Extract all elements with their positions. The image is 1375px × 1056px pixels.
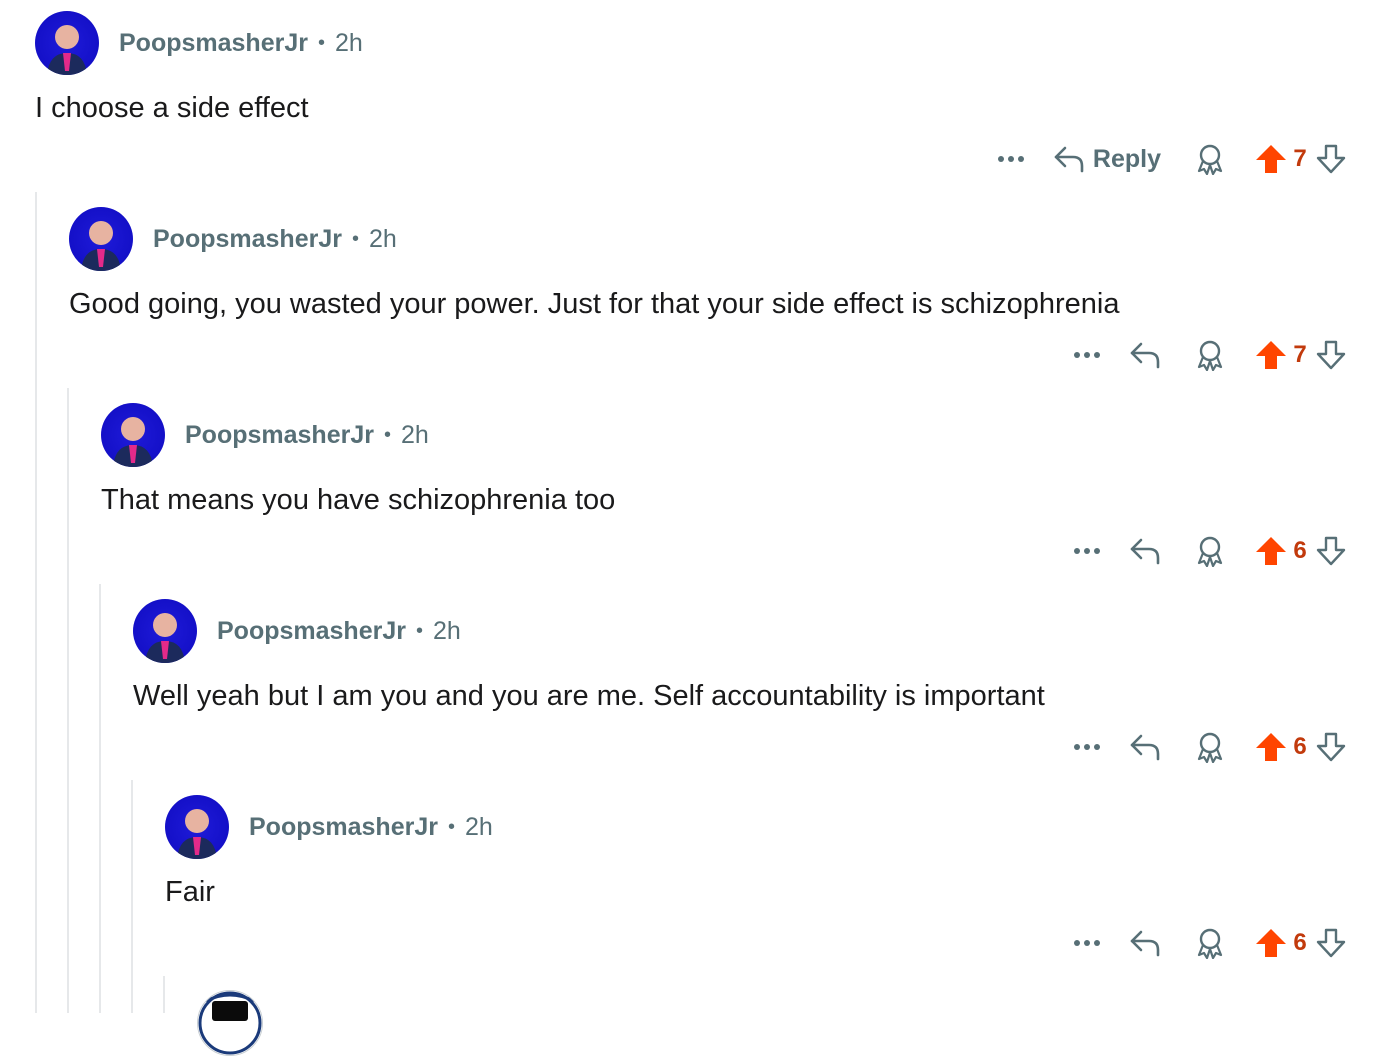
avatar[interactable] bbox=[197, 990, 263, 1056]
award-button[interactable] bbox=[1195, 927, 1225, 959]
thread-line-4[interactable] bbox=[131, 780, 133, 1013]
reply-button[interactable] bbox=[1129, 732, 1161, 762]
reply-arrow-icon bbox=[1130, 538, 1160, 565]
meta-separator: • bbox=[383, 423, 391, 446]
avatar[interactable] bbox=[133, 599, 197, 663]
more-options-icon bbox=[997, 156, 1024, 162]
comment-actions: 6 bbox=[1067, 531, 1347, 571]
downvote-arrow-icon bbox=[1316, 340, 1346, 370]
author-name[interactable]: PoopsmasherJr bbox=[153, 225, 342, 254]
timestamp[interactable]: 2h bbox=[369, 225, 397, 254]
comment-body: Good going, you wasted your power. Just … bbox=[69, 288, 1120, 320]
more-options-button[interactable] bbox=[991, 155, 1031, 163]
meta-separator: • bbox=[415, 619, 423, 642]
more-options-button[interactable] bbox=[1067, 547, 1107, 555]
thread-line-2[interactable] bbox=[67, 388, 69, 1013]
author-name[interactable]: PoopsmasherJr bbox=[249, 813, 438, 842]
more-options-button[interactable] bbox=[1067, 939, 1107, 947]
more-options-icon bbox=[1074, 940, 1100, 946]
meta-separator: • bbox=[447, 815, 455, 838]
award-icon bbox=[1197, 144, 1223, 175]
upvote-button[interactable] bbox=[1255, 339, 1287, 371]
upvote-arrow-icon bbox=[1256, 341, 1286, 369]
vote-count: 7 bbox=[1293, 145, 1307, 172]
reply-arrow-icon bbox=[1130, 930, 1160, 957]
downvote-arrow-icon bbox=[1316, 928, 1346, 958]
more-options-icon bbox=[1074, 352, 1100, 358]
vote-count: 6 bbox=[1293, 929, 1307, 956]
thread-line-5[interactable] bbox=[163, 976, 165, 1013]
comment-actions: 6 bbox=[1067, 727, 1347, 767]
timestamp[interactable]: 2h bbox=[465, 813, 493, 842]
award-button[interactable] bbox=[1195, 731, 1225, 763]
more-options-button[interactable] bbox=[1067, 351, 1107, 359]
avatar[interactable] bbox=[101, 403, 165, 467]
author-name[interactable]: PoopsmasherJr bbox=[217, 617, 406, 646]
reply-button[interactable] bbox=[1129, 928, 1161, 958]
award-button[interactable] bbox=[1195, 143, 1225, 175]
downvote-arrow-icon bbox=[1316, 732, 1346, 762]
comment-header: PoopsmasherJr • 2h bbox=[35, 11, 363, 75]
vote-count: 6 bbox=[1293, 537, 1307, 564]
comment-body: Fair bbox=[165, 876, 215, 908]
comment-body: Well yeah but I am you and you are me. S… bbox=[133, 680, 1045, 712]
reply-arrow-icon bbox=[1054, 146, 1084, 173]
downvote-arrow-icon bbox=[1316, 144, 1346, 174]
downvote-button[interactable] bbox=[1315, 143, 1347, 175]
award-button[interactable] bbox=[1195, 535, 1225, 567]
timestamp[interactable]: 2h bbox=[335, 29, 363, 58]
comment-header: PoopsmasherJr • 2h bbox=[101, 403, 429, 467]
downvote-button[interactable] bbox=[1315, 927, 1347, 959]
reply-button[interactable]: Reply bbox=[1053, 144, 1161, 174]
comment-header: PoopsmasherJr • 2h bbox=[69, 207, 397, 271]
downvote-arrow-icon bbox=[1316, 536, 1346, 566]
award-icon bbox=[1197, 536, 1223, 567]
more-options-button[interactable] bbox=[1067, 743, 1107, 751]
more-options-icon bbox=[1074, 744, 1100, 750]
comment-header: PoopsmasherJr • 2h bbox=[165, 795, 493, 859]
upvote-button[interactable] bbox=[1255, 731, 1287, 763]
upvote-button[interactable] bbox=[1255, 143, 1287, 175]
comment-actions: Reply 7 bbox=[991, 139, 1347, 179]
reply-arrow-icon bbox=[1130, 342, 1160, 369]
comment-header: PoopsmasherJr • 2h bbox=[133, 599, 461, 663]
comment-body: That means you have schizophrenia too bbox=[101, 484, 616, 516]
award-icon bbox=[1197, 928, 1223, 959]
award-icon bbox=[1197, 340, 1223, 371]
reply-label: Reply bbox=[1092, 144, 1161, 173]
award-button[interactable] bbox=[1195, 339, 1225, 371]
reply-button[interactable] bbox=[1129, 536, 1161, 566]
thread-line-1[interactable] bbox=[35, 192, 37, 1013]
comment-body: I choose a side effect bbox=[35, 92, 309, 124]
timestamp[interactable]: 2h bbox=[433, 617, 461, 646]
avatar[interactable] bbox=[165, 795, 229, 859]
reply-arrow-icon bbox=[1130, 734, 1160, 761]
upvote-arrow-icon bbox=[1256, 145, 1286, 173]
comment-actions: 6 bbox=[1067, 923, 1347, 963]
upvote-button[interactable] bbox=[1255, 535, 1287, 567]
downvote-button[interactable] bbox=[1315, 731, 1347, 763]
vote-count: 7 bbox=[1293, 341, 1307, 368]
meta-separator: • bbox=[351, 227, 359, 250]
thread-line-3[interactable] bbox=[99, 584, 101, 1013]
award-icon bbox=[1197, 732, 1223, 763]
reply-button[interactable] bbox=[1129, 340, 1161, 370]
more-options-icon bbox=[1074, 548, 1100, 554]
comment-actions: 7 bbox=[1067, 335, 1347, 375]
upvote-arrow-icon bbox=[1256, 929, 1286, 957]
avatar[interactable] bbox=[35, 11, 99, 75]
author-name[interactable]: PoopsmasherJr bbox=[119, 29, 308, 58]
upvote-arrow-icon bbox=[1256, 537, 1286, 565]
downvote-button[interactable] bbox=[1315, 339, 1347, 371]
upvote-arrow-icon bbox=[1256, 733, 1286, 761]
author-name[interactable]: PoopsmasherJr bbox=[185, 421, 374, 450]
meta-separator: • bbox=[317, 31, 325, 54]
avatar[interactable] bbox=[69, 207, 133, 271]
upvote-button[interactable] bbox=[1255, 927, 1287, 959]
downvote-button[interactable] bbox=[1315, 535, 1347, 567]
vote-count: 6 bbox=[1293, 733, 1307, 760]
timestamp[interactable]: 2h bbox=[401, 421, 429, 450]
